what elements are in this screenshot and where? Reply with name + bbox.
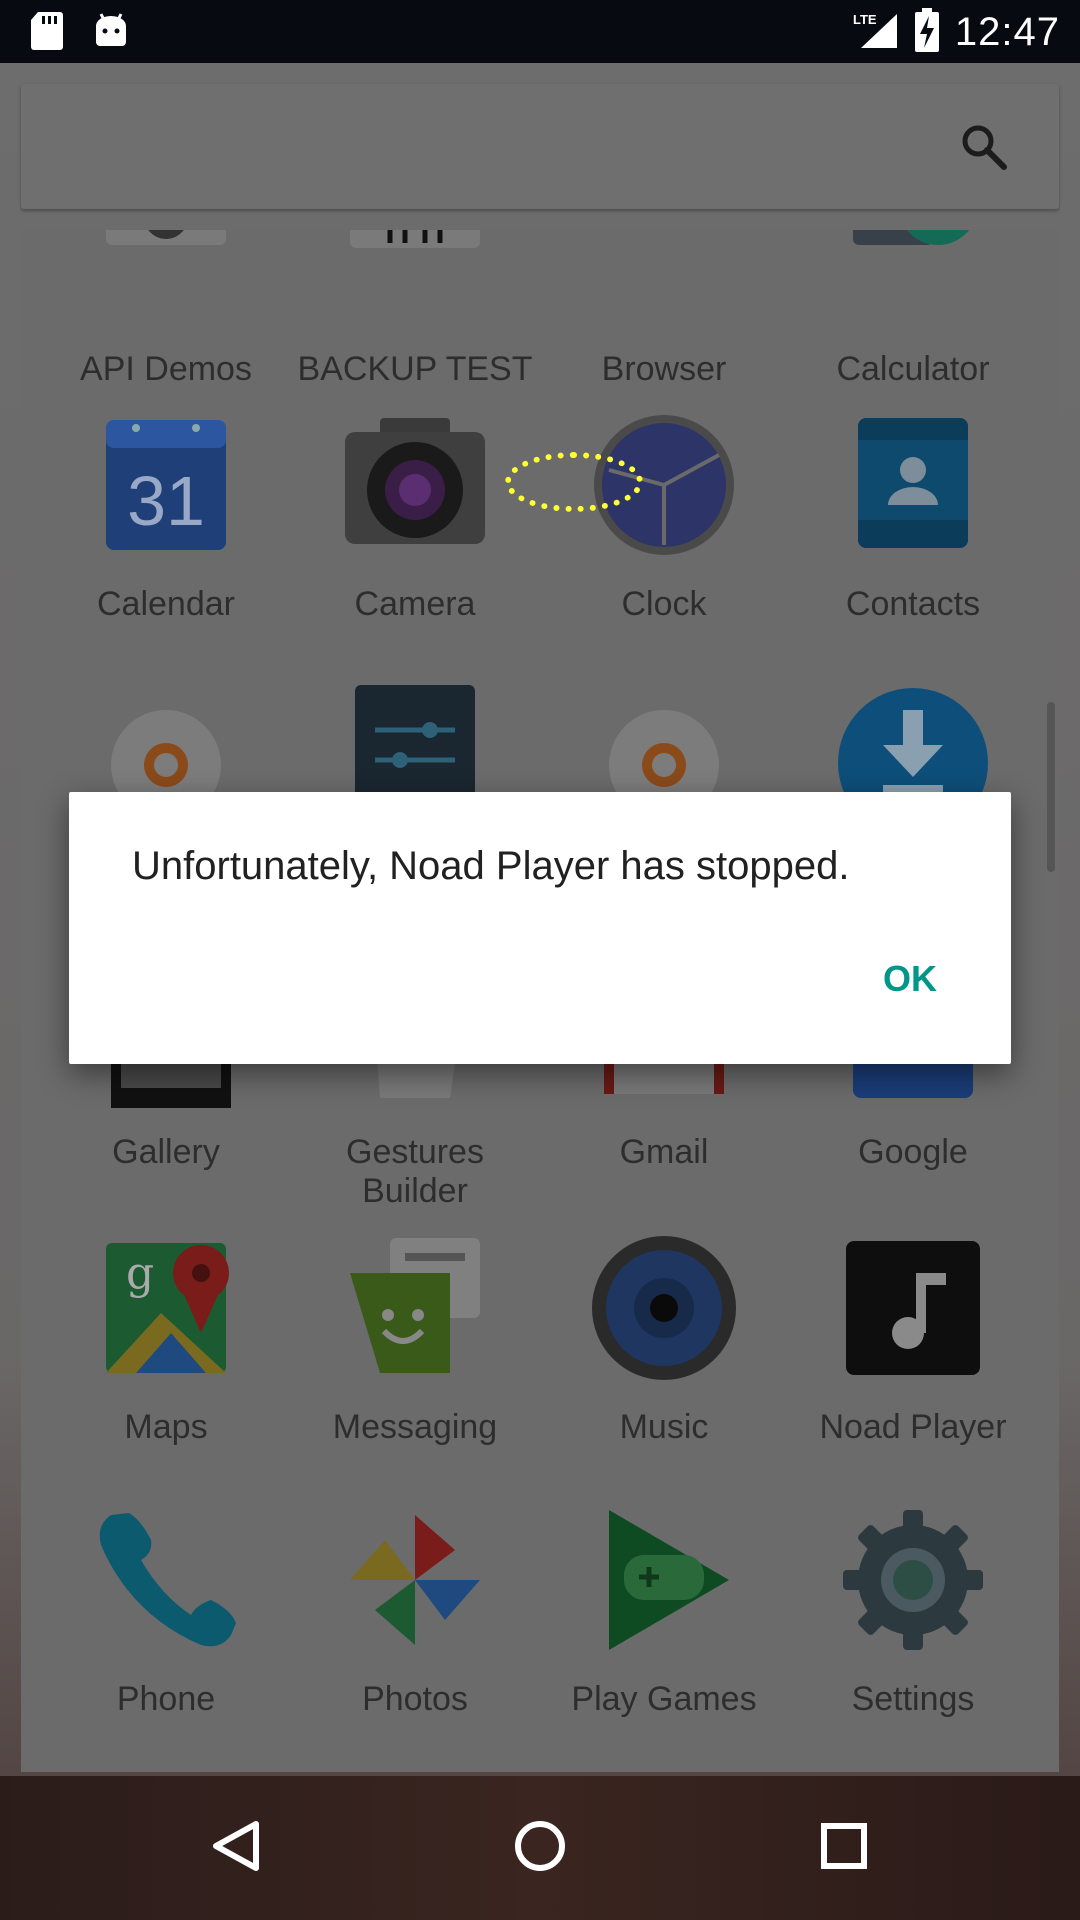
lte-signal-icon: LTE [851,10,899,55]
app-label: API Demos [80,350,252,388]
app-calendar[interactable]: 31 Calendar [41,410,291,670]
app-play-games[interactable]: Play Games [539,1505,789,1765]
dialog-message: Unfortunately, Noad Player has stopped. [132,844,850,888]
clock-time: 12:47 [954,10,1060,54]
calculator-icon: + [838,230,988,325]
sd-card-icon [30,12,64,55]
app-phone[interactable]: Phone [41,1505,291,1765]
settings-icon [838,1505,988,1655]
search-icon[interactable] [959,122,1009,172]
app-camera[interactable]: Camera [290,410,540,670]
scrollbar[interactable] [1047,702,1055,872]
app-label: BACKUP TEST [297,350,533,388]
camera-icon [340,410,490,560]
settings-gear-icon [91,230,241,325]
status-bar: LTE 12:47 [0,0,1080,63]
music-speaker-icon [589,1233,739,1383]
app-clock[interactable]: Clock [539,410,789,670]
photos-pinwheel-icon [340,1505,490,1655]
android-icon [94,12,128,55]
network-label: LTE [853,12,877,27]
app-browser[interactable]: Browser [539,230,789,435]
app-label: Contacts [845,585,981,623]
app-label: Calculator [836,350,990,388]
app-label: Calendar [97,585,235,623]
app-label: Phone [116,1680,216,1718]
app-label: Maps [124,1408,208,1446]
battery-charging-icon [913,8,941,57]
app-label: Play Games [571,1680,757,1718]
app-maps[interactable]: g Maps [41,1233,291,1493]
app-label: Browser [601,350,727,388]
app-label: Gestures Builder [346,1133,484,1210]
calendar-icon: 31 [91,410,241,560]
recents-square-icon[interactable] [804,1806,884,1886]
app-label: Gmail [619,1133,709,1171]
calendar-day: 31 [127,462,205,540]
app-contacts[interactable]: Contacts [788,410,1038,670]
ok-button[interactable]: OK [883,958,937,1000]
globe-icon [589,230,739,325]
svg-text:g: g [126,1248,154,1299]
app-backup-test[interactable]: BACKUP TEST [290,230,540,435]
app-settings[interactable]: Settings [788,1505,1038,1765]
messaging-icon [340,1233,490,1383]
app-label: Gallery [112,1133,220,1171]
app-label: Noad Player [819,1408,1007,1446]
app-label: Camera [354,585,476,623]
app-messaging[interactable]: Messaging [290,1233,540,1493]
app-label: Messaging [332,1408,498,1446]
app-photos[interactable]: Photos [290,1505,540,1765]
app-label: Clock [621,585,707,623]
search-bar[interactable] [21,84,1059,209]
music-note-icon [838,1233,988,1383]
app-noad-player[interactable]: Noad Player [788,1233,1038,1493]
home-circle-icon[interactable] [500,1806,580,1886]
app-label: Settings [851,1680,975,1718]
back-triangle-icon[interactable] [196,1806,276,1886]
app-api-demos[interactable]: API Demos [41,230,291,435]
contacts-icon [838,410,988,560]
phone-icon [91,1505,241,1655]
sheep-icon [340,230,490,325]
play-games-icon [589,1505,739,1655]
app-calculator[interactable]: + Calculator [788,230,1038,435]
app-label: Photos [362,1680,468,1718]
navigation-bar [0,1776,1080,1920]
app-label: Music [619,1408,709,1446]
app-music[interactable]: Music [539,1233,789,1493]
touch-indicator [505,452,643,512]
maps-icon: g [91,1233,241,1383]
error-dialog: Unfortunately, Noad Player has stopped. … [69,792,1011,1064]
app-label: Google [858,1133,968,1171]
